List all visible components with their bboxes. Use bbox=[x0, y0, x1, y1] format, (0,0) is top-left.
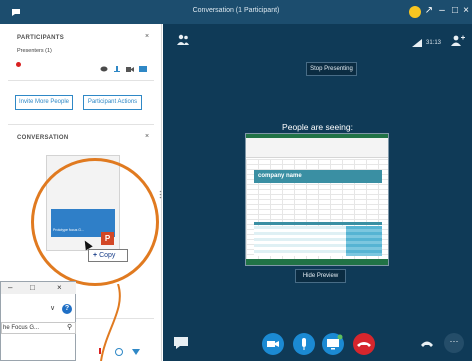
spreadsheet-company-name: company name bbox=[258, 173, 302, 179]
send-icon[interactable] bbox=[132, 343, 140, 355]
conversation-close-button[interactable]: × bbox=[145, 133, 149, 140]
chevron-down-icon[interactable]: ∨ bbox=[50, 304, 55, 312]
magnifier-icon[interactable]: ⚲ bbox=[67, 323, 72, 333]
slide-caption: Prototype focus G... bbox=[53, 228, 84, 232]
plus-icon: + bbox=[93, 252, 98, 259]
people-icon[interactable] bbox=[176, 34, 190, 46]
add-person-icon[interactable] bbox=[451, 35, 465, 47]
conversation-header: CONVERSATION bbox=[17, 135, 69, 141]
participants-header: PARTICIPANTS bbox=[17, 35, 65, 41]
participant-actions-button[interactable]: Participant Actions bbox=[83, 95, 142, 110]
emoji-icon[interactable] bbox=[115, 343, 123, 356]
explorer-search-field[interactable]: he Focus G... ⚲ bbox=[1, 322, 76, 334]
divider bbox=[8, 124, 154, 125]
people-seeing-label: People are seeing: bbox=[282, 122, 353, 132]
mic-icon[interactable] bbox=[96, 343, 104, 354]
explorer-maximize-button[interactable]: □ bbox=[30, 283, 35, 292]
window-title: Conversation (1 Participant) bbox=[192, 7, 280, 14]
presenter-status-dot bbox=[16, 62, 21, 67]
mic-icon bbox=[113, 60, 121, 72]
copy-tooltip: + Copy bbox=[88, 249, 128, 262]
share-screen-icon bbox=[139, 60, 147, 72]
participants-close-button[interactable]: × bbox=[145, 33, 149, 40]
spreadsheet-status-bar bbox=[246, 259, 388, 265]
presenters-label: Presenters (1) bbox=[17, 48, 52, 54]
search-text: he Focus G... bbox=[3, 325, 40, 331]
hang-up-button[interactable] bbox=[353, 333, 375, 355]
video-button[interactable] bbox=[262, 333, 284, 355]
smiley-icon[interactable] bbox=[409, 6, 421, 18]
title-bar: Conversation (1 Participant) ↗ – □ × bbox=[0, 0, 472, 24]
chat-icon[interactable] bbox=[173, 336, 189, 350]
invite-more-people-button[interactable]: Invite More People bbox=[15, 95, 73, 110]
call-timer: 31:13 bbox=[426, 40, 442, 46]
hide-preview-button[interactable]: Hide Preview bbox=[295, 269, 346, 283]
more-options-button[interactable]: ··· bbox=[444, 333, 464, 353]
conversation-stage: 31:13 Stop Presenting People are seeing:… bbox=[163, 24, 472, 361]
chat-bubble-icon bbox=[100, 60, 108, 72]
call-quality-icon bbox=[412, 39, 422, 47]
video-icon bbox=[126, 60, 134, 72]
explorer-title-bar: – □ × bbox=[1, 282, 76, 294]
spreadsheet-table-header bbox=[254, 222, 382, 225]
restore-arrow-icon[interactable]: ↗ bbox=[423, 5, 435, 17]
stop-presenting-button[interactable]: Stop Presenting bbox=[306, 62, 357, 76]
call-controls-icon[interactable] bbox=[418, 334, 436, 352]
file-explorer-window: – □ × ∨ ? he Focus G... ⚲ bbox=[0, 281, 76, 361]
help-icon[interactable]: ? bbox=[62, 304, 72, 314]
explorer-close-button[interactable]: × bbox=[57, 283, 62, 292]
mic-button[interactable] bbox=[293, 333, 315, 355]
presentation-preview: company name bbox=[245, 133, 389, 266]
pane-resize-handle[interactable] bbox=[159, 186, 162, 199]
powerpoint-icon: P bbox=[101, 232, 114, 245]
minimize-button[interactable]: – bbox=[436, 5, 448, 17]
copy-label: Copy bbox=[99, 252, 116, 259]
present-screen-button[interactable] bbox=[322, 333, 344, 355]
close-button[interactable]: × bbox=[460, 5, 472, 17]
spreadsheet-highlight-column bbox=[346, 226, 382, 256]
spreadsheet-title-strip bbox=[246, 134, 388, 138]
explorer-minimize-button[interactable]: – bbox=[8, 283, 12, 292]
divider bbox=[8, 80, 154, 81]
